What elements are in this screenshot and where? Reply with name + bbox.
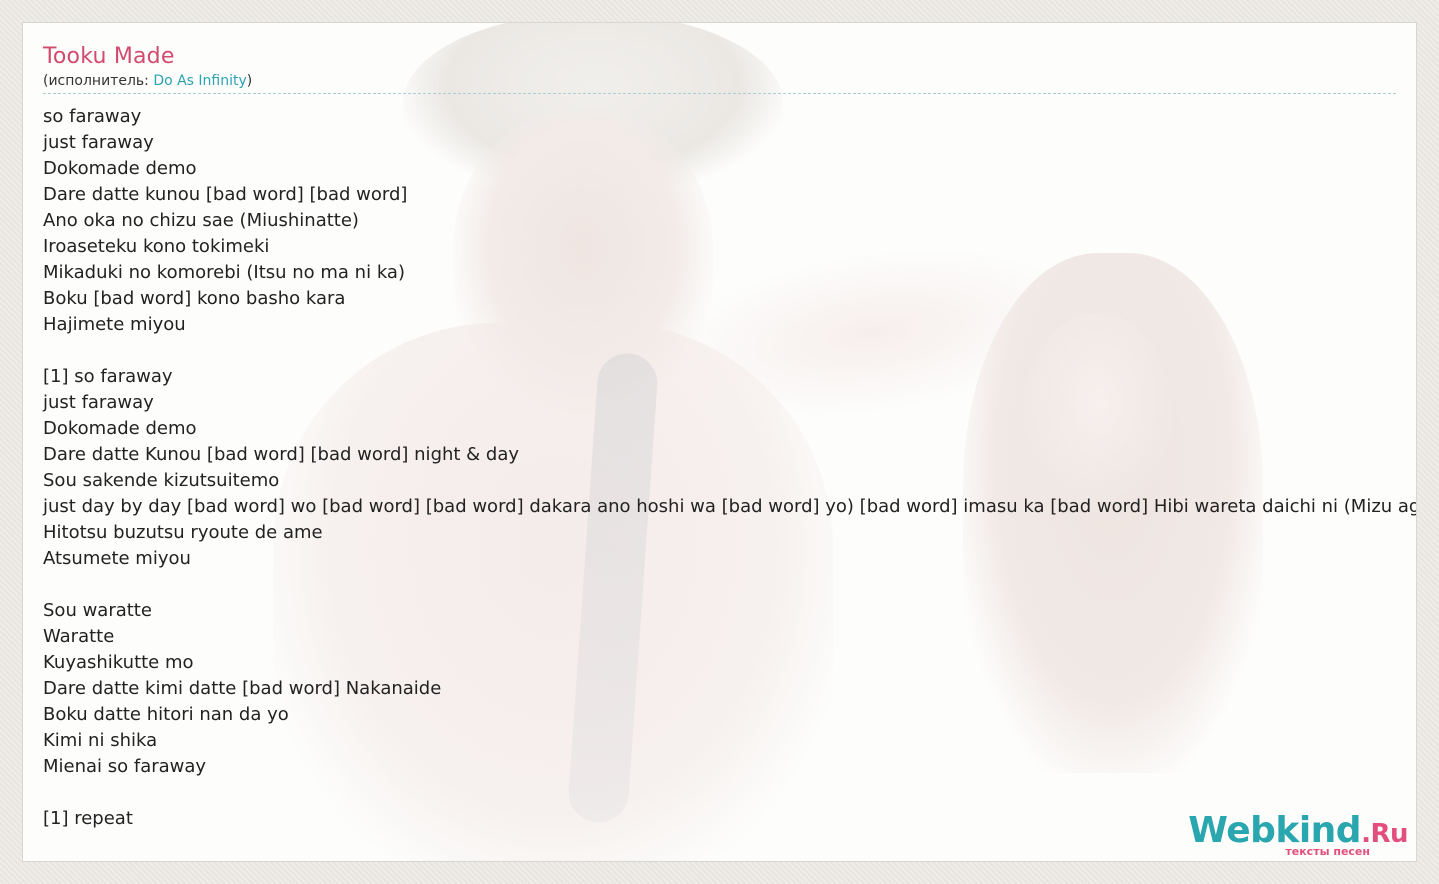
lyric-line: Kuyashikutte mo <box>43 652 194 673</box>
webkind-logo[interactable]: Webkind.Ru тексты песен <box>1188 812 1408 858</box>
lyric-line: Iroaseteku kono tokimeki <box>43 236 270 257</box>
lyric-line: just faraway <box>43 132 154 153</box>
artist-link[interactable]: Do As Infinity <box>153 73 246 89</box>
artist-suffix: ) <box>246 73 253 89</box>
lyric-line: Hitotsu buzutsu ryoute de ame <box>43 522 323 543</box>
song-title: Tooku Made <box>43 44 175 69</box>
lyric-line <box>43 572 1396 598</box>
lyric-line: Sou sakende kizutsuitemo <box>43 470 280 491</box>
lyric-line: Sou waratte <box>43 600 152 621</box>
lyric-line: [1] so faraway <box>43 366 173 387</box>
lyric-line: Ano oka no chizu sae (Miushinatte) <box>43 210 359 231</box>
lyric-line: Mienai so faraway <box>43 756 207 777</box>
artist-prefix: (исполнитель: <box>43 73 154 89</box>
lyrics-content: Tooku Made (исполнитель: Do As Infinity)… <box>43 43 1417 832</box>
lyric-line: Atsumete miyou <box>43 548 191 569</box>
lyric-line: Mikaduki no komorebi (Itsu no ma ni ka) <box>43 262 405 283</box>
lyric-line: Hajimete miyou <box>43 314 186 335</box>
lyrics-text: so faraway just faraway Dokomade demo Dare … <box>43 104 1417 832</box>
lyric-line <box>43 338 1396 364</box>
lyric-line: Dare datte kimi datte [bad word] Nakanai… <box>43 678 442 699</box>
lyric-line: Boku datte hitori nan da yo <box>43 704 289 725</box>
lyric-line: Waratte <box>43 626 115 647</box>
lyric-line: so faraway <box>43 106 142 127</box>
lyric-line: Dokomade demo <box>43 418 197 439</box>
lyrics-card: Tooku Made (исполнитель: Do As Infinity)… <box>22 22 1417 862</box>
lyric-line: Kimi ni shika <box>43 730 158 751</box>
lyric-line: just faraway <box>43 392 154 413</box>
lyric-line: Boku [bad word] kono basho kara <box>43 288 346 309</box>
lyric-line: just day by day [bad word] wo [bad word]… <box>43 496 1417 517</box>
lyric-line: Dare datte kunou [bad word] [bad word] <box>43 184 408 205</box>
lyric-line <box>43 780 1396 806</box>
lyric-line: Dare datte Kunou [bad word] [bad word] n… <box>43 444 520 465</box>
artist-line: (исполнитель: Do As Infinity) <box>43 71 1396 94</box>
lyric-line: Dokomade demo <box>43 158 197 179</box>
